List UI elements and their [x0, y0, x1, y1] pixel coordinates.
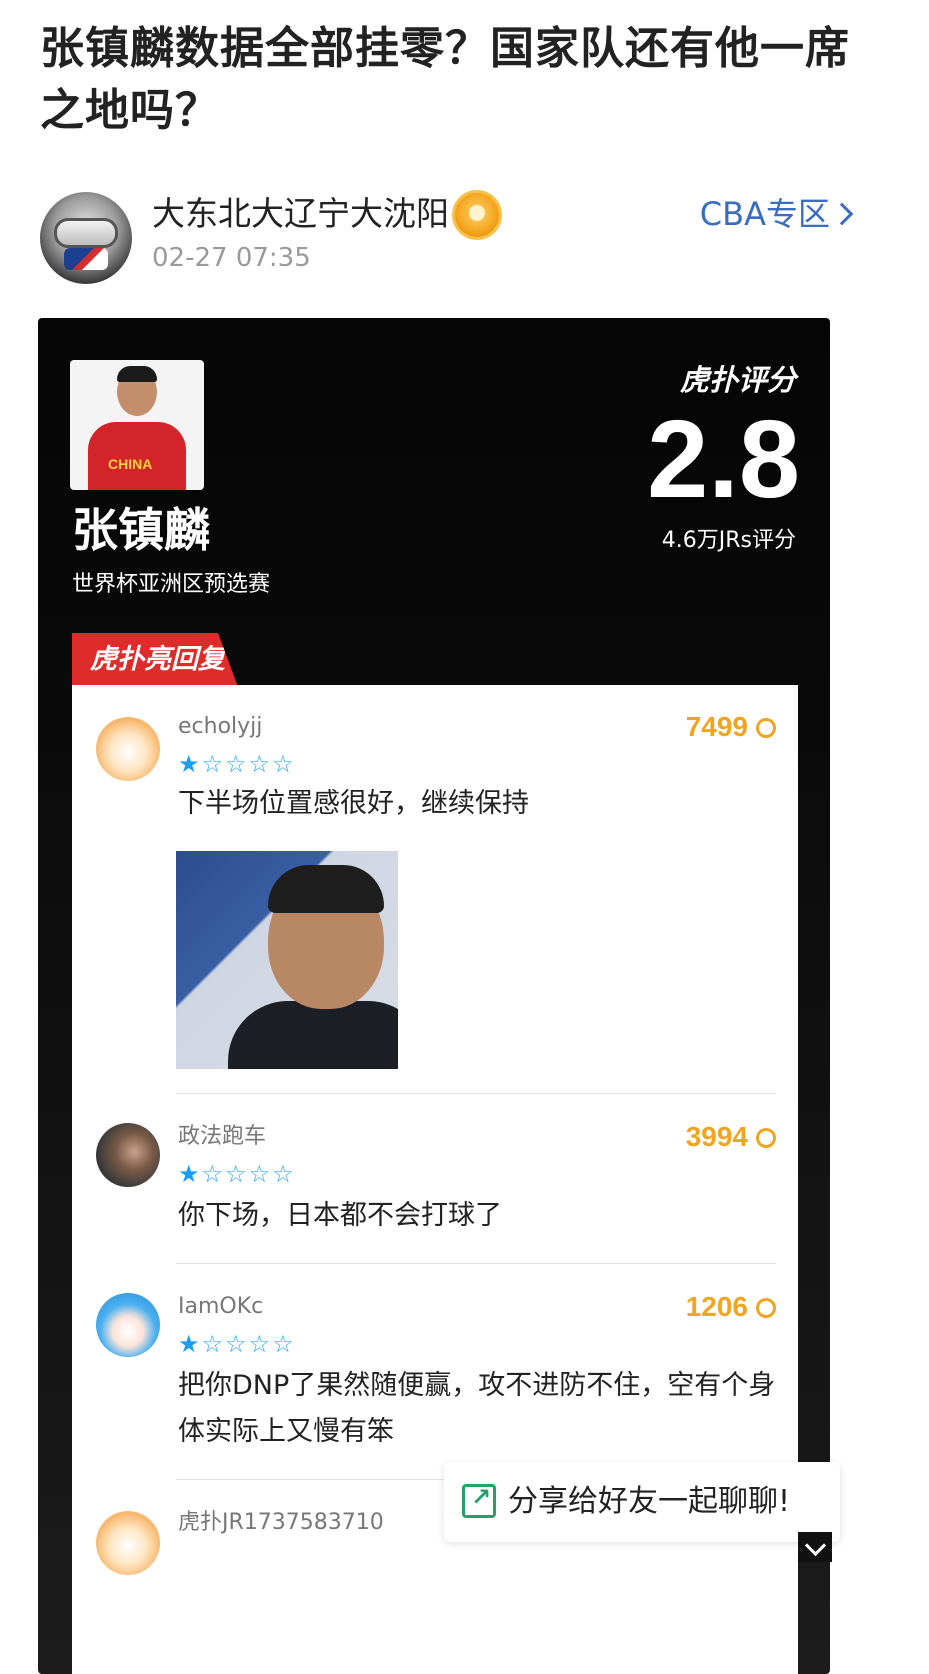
helmet-visor-icon [54, 218, 118, 248]
comment-avatar[interactable] [96, 1511, 160, 1575]
highlight-tag-label: 虎扑亮回复 [90, 644, 225, 675]
star-rating: ★☆☆☆☆ [178, 749, 296, 779]
comment-avatar[interactable] [96, 1123, 160, 1187]
post-timestamp: 02-27 07:35 [152, 243, 311, 273]
rating-brand: 虎扑评分 [679, 363, 796, 397]
meme-hair-shape [268, 865, 384, 913]
article-title: 张镇麟数据全部挂零？国家队还有他一席之地吗？ [40, 23, 850, 136]
achievement-badge-icon [452, 190, 502, 240]
bulb-icon [756, 1298, 776, 1318]
meme-body-shape [228, 1001, 398, 1069]
chevron-down-icon[interactable] [798, 1532, 832, 1562]
likes-count: 3994 [685, 1121, 748, 1152]
author-name[interactable]: 大东北大辽宁大沈阳 [152, 192, 449, 236]
comment-image[interactable] [176, 851, 398, 1069]
comment-avatar[interactable] [96, 1293, 160, 1357]
comment-likes[interactable]: 1206 [686, 1290, 776, 1324]
comment-username[interactable]: echolyjj [178, 712, 262, 742]
share-label[interactable]: 分享给好友一起聊聊! [508, 1480, 790, 1524]
player-hair-shape [117, 366, 157, 382]
star-empty-icon: ☆☆☆☆ [201, 750, 296, 778]
player-name: 张镇麟 [72, 503, 210, 557]
comment-text: 下半场位置感很好，继续保持 [178, 788, 529, 819]
comment-username[interactable]: IamOKc [178, 1292, 263, 1322]
star-filled-icon: ★ [178, 750, 202, 778]
comment-avatar[interactable] [96, 717, 160, 781]
event-name: 世界杯亚洲区预选赛 [72, 572, 271, 597]
comment-likes[interactable]: 3994 [686, 1120, 776, 1154]
likes-count: 7499 [685, 711, 748, 742]
share-icon[interactable] [462, 1483, 496, 1518]
player-photo: CHINA [70, 360, 204, 490]
bulb-icon [756, 718, 776, 738]
comment-username[interactable]: 虎扑JR1737583710 [178, 1508, 384, 1538]
comment-text: 把你DNP了果然随便赢，攻不进防不住，空有个身体实际上又慢有笨 [178, 1370, 776, 1447]
jersey-text: CHINA [108, 456, 153, 472]
comment-likes[interactable]: 7499 [686, 710, 776, 744]
share-bar[interactable]: 分享给好友一起聊聊! [444, 1462, 840, 1542]
comment-divider [176, 1263, 776, 1264]
author-avatar[interactable] [40, 192, 132, 284]
author-row: 大东北大辽宁大沈阳 02-27 07:35 CBA专区 [40, 190, 890, 292]
likes-count: 1206 [685, 1291, 748, 1322]
star-empty-icon: ☆☆☆☆ [201, 1330, 296, 1358]
star-filled-icon: ★ [178, 1330, 202, 1358]
star-filled-icon: ★ [178, 1160, 202, 1188]
comment-divider [176, 1093, 776, 1094]
star-rating: ★☆☆☆☆ [178, 1159, 296, 1189]
cba-section-link[interactable]: CBA专区 [700, 192, 830, 236]
chevron-right-icon[interactable] [830, 202, 854, 226]
rating-score: 2.8 [647, 398, 800, 521]
bulb-icon [756, 1128, 776, 1148]
flag-icon [64, 248, 108, 270]
comment-username[interactable]: 政法跑车 [178, 1122, 266, 1152]
comment-text: 你下场，日本都不会打球了 [178, 1200, 502, 1231]
rating-count: 4.6万JRs评分 [661, 528, 796, 553]
star-empty-icon: ☆☆☆☆ [201, 1160, 296, 1188]
star-rating: ★☆☆☆☆ [178, 1329, 296, 1359]
highlight-tag: 虎扑亮回复 [72, 633, 238, 687]
